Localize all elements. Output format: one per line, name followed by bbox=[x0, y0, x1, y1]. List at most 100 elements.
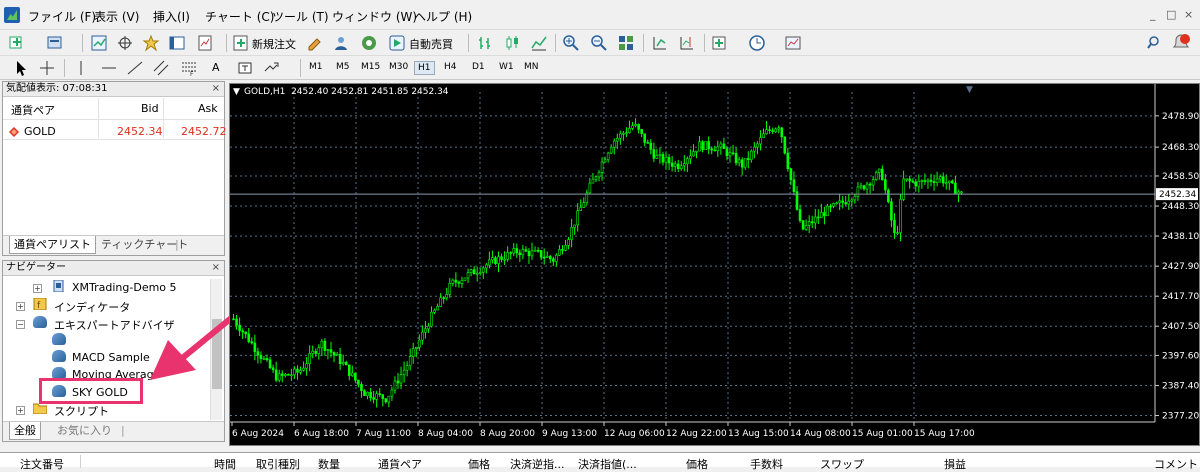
new-order-icon[interactable] bbox=[232, 34, 250, 52]
menu-chart[interactable]: チャート (C) bbox=[205, 8, 274, 25]
notification-icon[interactable] bbox=[1170, 33, 1192, 53]
nav-macd-sample[interactable]: MACD Sample bbox=[72, 351, 150, 364]
market-watch-tabs: 通貨ペアリスト ティックチャート | bbox=[3, 235, 224, 255]
arrows-icon[interactable] bbox=[262, 59, 280, 77]
navigator-icon[interactable] bbox=[142, 34, 160, 52]
menu-insert[interactable]: 挿入(I) bbox=[153, 8, 190, 25]
profiles-icon[interactable] bbox=[46, 34, 64, 52]
col-volume[interactable]: 数量 bbox=[318, 456, 340, 472]
candle-body bbox=[737, 159, 741, 164]
chart-canvas[interactable]: 2452.34 2478.90 2468.30 2458.50 2448.30 2438… bbox=[230, 84, 1199, 445]
tab-symbols[interactable]: 通貨ペアリスト bbox=[9, 236, 96, 254]
data-window-icon[interactable] bbox=[116, 34, 134, 52]
market-watch-icon[interactable] bbox=[90, 34, 108, 52]
collapse-experts-icon[interactable]: − bbox=[16, 320, 25, 329]
indicators-icon[interactable] bbox=[711, 34, 729, 52]
periods-icon[interactable] bbox=[748, 34, 766, 52]
timeframe-h4[interactable]: H4 bbox=[441, 61, 460, 73]
vertical-line-icon[interactable] bbox=[72, 59, 90, 77]
auto-trading-icon[interactable] bbox=[388, 34, 406, 52]
channel-icon[interactable] bbox=[152, 59, 170, 77]
terminal-icon[interactable] bbox=[168, 34, 186, 52]
current-price-label: 2452.34 bbox=[1159, 190, 1196, 200]
col-commission[interactable]: 手数料 bbox=[750, 456, 783, 472]
candle-body bbox=[762, 133, 765, 138]
expert-icon[interactable] bbox=[52, 333, 66, 345]
price-chart[interactable]: 2452.34 2478.90 2468.30 2458.50 2448.30 2438… bbox=[229, 83, 1200, 446]
nav-scripts[interactable]: スクリプト bbox=[54, 403, 109, 419]
menu-help[interactable]: ヘルプ (H) bbox=[414, 8, 472, 25]
horizontal-line-icon[interactable] bbox=[100, 59, 118, 77]
new-order-button[interactable]: 新規注文 bbox=[252, 36, 296, 52]
menu-window[interactable]: ウィンドウ (W) bbox=[332, 8, 417, 25]
new-chart-icon[interactable] bbox=[8, 34, 26, 52]
text-label-icon[interactable] bbox=[236, 59, 254, 77]
crosshair-icon[interactable] bbox=[38, 59, 56, 77]
col-order[interactable]: 注文番号 bbox=[20, 456, 64, 472]
menu-view[interactable]: 表示 (V) bbox=[94, 8, 139, 25]
candle-body bbox=[274, 369, 278, 381]
col-profit[interactable]: 損益 bbox=[944, 456, 966, 472]
candle-body bbox=[874, 172, 878, 180]
candle-body bbox=[421, 331, 424, 341]
col-sl[interactable]: 決済逆指... bbox=[510, 456, 565, 472]
timeframe-mn[interactable]: MN bbox=[521, 61, 542, 73]
trend-line-icon[interactable] bbox=[126, 59, 144, 77]
timeframe-m30[interactable]: M30 bbox=[386, 61, 411, 73]
close-button[interactable]: × bbox=[1184, 8, 1193, 21]
search-icon[interactable] bbox=[1146, 34, 1164, 52]
candle-body bbox=[411, 348, 415, 357]
timeframe-d1[interactable]: D1 bbox=[469, 61, 488, 73]
candle-body bbox=[835, 202, 838, 205]
expand-scripts-icon[interactable]: + bbox=[16, 406, 25, 415]
auto-scroll-icon[interactable] bbox=[651, 34, 669, 52]
chart-shift-marker-icon[interactable]: ▼ bbox=[966, 85, 973, 95]
col-ask[interactable]: Ask bbox=[198, 102, 218, 115]
col-price[interactable]: 価格 bbox=[468, 456, 490, 472]
templates-icon[interactable] bbox=[784, 34, 802, 52]
col-tp[interactable]: 決済指値(... bbox=[578, 456, 637, 472]
timeframe-w1[interactable]: W1 bbox=[496, 61, 517, 73]
expand-indicators-icon[interactable]: + bbox=[16, 302, 25, 311]
cursor-icon[interactable] bbox=[12, 59, 30, 77]
tile-windows-icon[interactable] bbox=[617, 34, 635, 52]
tab-general[interactable]: 全般 bbox=[9, 422, 41, 440]
timeframe-m5[interactable]: M5 bbox=[333, 61, 353, 73]
col-time[interactable]: 時間 bbox=[214, 456, 236, 472]
expand-account-icon[interactable]: + bbox=[33, 284, 42, 293]
bar-chart-icon[interactable] bbox=[476, 34, 494, 52]
timeframe-m15[interactable]: M15 bbox=[358, 61, 383, 73]
menu-file[interactable]: ファイル (F) bbox=[28, 8, 96, 25]
col-symbol[interactable]: 通貨ペア bbox=[11, 102, 55, 118]
timeframe-h1[interactable]: H1 bbox=[414, 61, 435, 75]
col-current-price[interactable]: 価格 bbox=[686, 456, 708, 472]
auto-trading-button[interactable]: 自動売買 bbox=[409, 36, 453, 52]
zoom-in-icon[interactable] bbox=[562, 34, 580, 52]
strategy-tester-icon[interactable] bbox=[196, 34, 214, 52]
menu-tools[interactable]: ツール (T) bbox=[272, 8, 329, 25]
timeframe-m1[interactable]: M1 bbox=[306, 61, 326, 73]
col-type[interactable]: 取引種別 bbox=[256, 456, 300, 472]
chart-collapse-icon[interactable]: ▼ bbox=[233, 87, 240, 97]
chart-shift-icon[interactable] bbox=[678, 34, 696, 52]
col-bid[interactable]: Bid bbox=[141, 102, 159, 115]
symbol-gold[interactable]: GOLD bbox=[24, 125, 56, 138]
tab-favorites[interactable]: お気に入り bbox=[53, 422, 116, 440]
nav-indicators[interactable]: インディケータ bbox=[54, 299, 130, 315]
col-swap[interactable]: スワップ bbox=[820, 456, 864, 472]
line-chart-icon[interactable] bbox=[530, 34, 548, 52]
candlestick-icon[interactable] bbox=[503, 34, 521, 52]
minimize-button[interactable]: _ bbox=[1150, 8, 1156, 21]
col-symbol[interactable]: 通貨ペア bbox=[378, 456, 422, 472]
market-watch-close-icon[interactable]: × bbox=[212, 83, 220, 94]
zoom-out-icon[interactable] bbox=[590, 34, 608, 52]
metaeditor-icon[interactable] bbox=[306, 34, 324, 52]
maximize-button[interactable]: □ bbox=[1166, 8, 1176, 21]
market-icon[interactable] bbox=[360, 34, 378, 52]
fibonacci-icon[interactable]: F bbox=[180, 59, 198, 77]
candle-body bbox=[515, 248, 519, 254]
col-comment[interactable]: コメント bbox=[1154, 456, 1198, 472]
navigator-close-icon[interactable]: × bbox=[212, 262, 220, 273]
signals-icon[interactable] bbox=[332, 34, 350, 52]
text-tool-button[interactable]: A bbox=[212, 61, 220, 74]
